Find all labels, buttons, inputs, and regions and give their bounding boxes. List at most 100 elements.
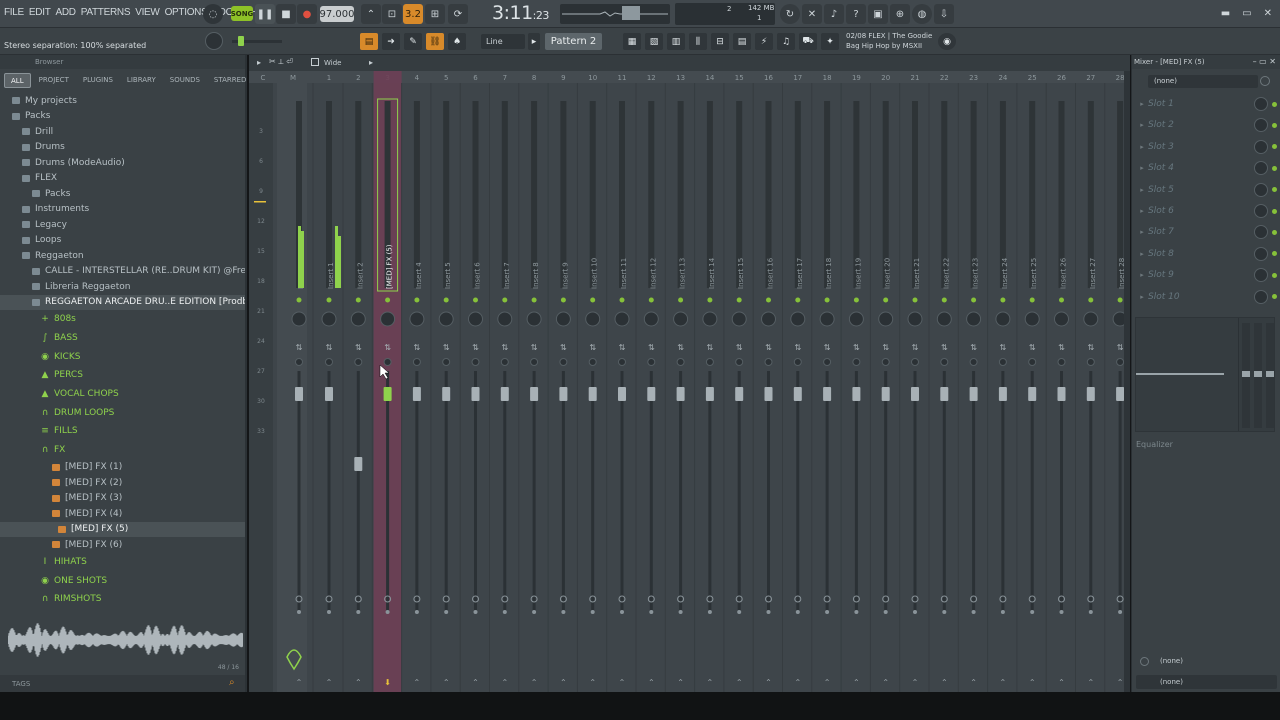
strip-send-dot[interactable] [532, 610, 537, 614]
strip-stereo-knob[interactable] [354, 358, 363, 366]
strip-name[interactable]: Insert 27 [1089, 258, 1097, 289]
snap-selector[interactable]: Line [481, 34, 525, 49]
eq-band-low[interactable] [1242, 323, 1250, 428]
strip-send-dot[interactable] [502, 610, 507, 614]
strip-send-dot[interactable] [737, 610, 742, 614]
strip-volume-fader[interactable] [911, 387, 919, 401]
strip-send-dot[interactable] [766, 610, 771, 614]
mixer-view-icon[interactable] [311, 58, 319, 66]
slot-arrow-icon[interactable]: ▸ [1136, 186, 1148, 194]
browser-icon[interactable]: ⊟ [711, 33, 729, 50]
strip-route-arrow-icon[interactable]: ⌃ [501, 678, 508, 687]
strip-pan-knob[interactable] [848, 311, 864, 327]
tools-icon[interactable]: ✦ [821, 33, 839, 50]
browser-item[interactable]: Instruments [0, 202, 245, 218]
slot-arrow-icon[interactable]: ▸ [1136, 164, 1148, 172]
browser-item[interactable]: ▲ PERCS [0, 366, 245, 385]
master-pitch-slider[interactable] [232, 36, 282, 46]
strip-pan-knob[interactable] [673, 311, 689, 327]
strip-volume-fader[interactable] [500, 387, 509, 401]
files-icon[interactable]: ▤ [733, 33, 751, 50]
arrow-icon[interactable]: ➜ [382, 33, 400, 50]
browser-tab-all[interactable]: ALL [4, 73, 31, 88]
strip-name[interactable]: Insert 22 [942, 258, 950, 289]
strip-send-dot[interactable] [825, 610, 830, 614]
strip-stereo-icon[interactable]: ⇅ [296, 343, 303, 352]
strip-stereo-icon[interactable]: ⇅ [824, 343, 831, 352]
strip-stereo-knob[interactable] [969, 358, 978, 366]
strip-stereo-icon[interactable]: ⇅ [1087, 343, 1094, 352]
strip-pan-knob[interactable] [761, 311, 776, 327]
browser-item[interactable]: [MED] FX (5) [0, 521, 245, 537]
strip-volume-fader[interactable] [354, 457, 363, 471]
strip-mute-led[interactable] [736, 297, 742, 303]
strip-send-dot[interactable] [356, 610, 361, 614]
strip-stereo-knob[interactable] [383, 358, 392, 366]
strip-send-dot[interactable] [561, 610, 566, 614]
strip-route-arrow-icon[interactable]: ⌃ [560, 678, 567, 687]
stamp-icon[interactable]: ♠ [448, 33, 466, 50]
strip-pan-knob[interactable] [497, 311, 513, 327]
news-globe-icon[interactable]: ◉ [938, 33, 956, 50]
strip-mute-led[interactable] [1059, 297, 1064, 303]
strip-volume-fader[interactable] [412, 387, 421, 401]
slot-mix-knob[interactable] [1254, 289, 1268, 304]
strip-stereo-knob[interactable] [823, 358, 832, 366]
fx-slot[interactable]: ▸ Slot 5 [1136, 180, 1277, 200]
strip-pan-knob[interactable] [1083, 311, 1099, 327]
slot-enable-led[interactable] [1272, 229, 1277, 235]
strip-mute-led[interactable] [1117, 297, 1123, 303]
strip-stereo-knob[interactable] [705, 358, 714, 366]
channel-rack-icon[interactable]: ▥ [667, 33, 685, 50]
search-icon[interactable]: ⌕ [229, 677, 235, 688]
slot-arrow-icon[interactable]: ▸ [1136, 250, 1148, 258]
strip-pan-knob[interactable] [790, 311, 806, 327]
strip-pan-knob[interactable] [291, 311, 307, 327]
browser-item[interactable]: [MED] FX (6) [0, 537, 245, 553]
strip-route-arrow-icon[interactable]: ⌃ [355, 678, 362, 687]
strip-stereo-knob[interactable] [1028, 358, 1037, 366]
strip-volume-fader[interactable] [735, 387, 744, 401]
song-mode-button[interactable]: SONG [231, 6, 253, 21]
strip-mute-led[interactable] [326, 297, 332, 303]
strip-pan-knob[interactable] [526, 311, 542, 327]
strip-mute-led[interactable] [560, 297, 566, 303]
browser-item[interactable]: [MED] FX (3) [0, 491, 245, 507]
strip-pan-knob[interactable] [1024, 311, 1040, 327]
browser-item[interactable]: ◉ ONE SHOTS [0, 571, 245, 590]
strip-volume-fader[interactable] [823, 387, 832, 401]
piano-roll-icon[interactable]: ▧ [645, 33, 663, 50]
eq-band-mid[interactable] [1254, 323, 1262, 428]
save-icon[interactable]: ▣ [868, 4, 888, 24]
strip-stereo-knob[interactable] [764, 358, 773, 366]
strip-pan-knob[interactable] [614, 311, 630, 327]
strip-volume-fader[interactable] [881, 387, 890, 401]
fx-output-1[interactable]: (none) [1136, 654, 1277, 668]
browser-item[interactable]: [MED] FX (4) [0, 506, 245, 522]
strip-route-arrow-icon[interactable]: ⌃ [912, 678, 919, 687]
strip-pan-knob[interactable] [907, 311, 923, 327]
strip-stereo-icon[interactable]: ⇅ [1117, 343, 1124, 352]
fx-slot[interactable]: ▸ Slot 9 [1136, 265, 1277, 285]
strip-mute-led[interactable] [590, 297, 596, 303]
strip-name[interactable]: Insert 2 [356, 262, 364, 289]
strip-stereo-knob[interactable] [588, 358, 597, 366]
strip-volume-fader[interactable] [530, 387, 539, 401]
strip-pan-knob[interactable] [878, 311, 894, 327]
download-icon[interactable]: ⇩ [934, 4, 954, 24]
browser-item[interactable]: ∫ BASS [0, 329, 245, 348]
browser-tab-plugins[interactable]: PLUGINS [77, 73, 119, 88]
strip-stereo-icon[interactable]: ⇅ [794, 343, 801, 352]
pause-button[interactable]: ❚❚ [255, 4, 275, 24]
strip-route-arrow-icon[interactable]: ⌃ [736, 678, 743, 687]
strip-stereo-icon[interactable]: ⇅ [443, 343, 450, 352]
step-edit-icon[interactable]: ⊞ [425, 4, 445, 24]
strip-route-arrow-icon[interactable]: ⌃ [648, 678, 655, 687]
strip-send-dot[interactable] [707, 610, 712, 614]
playlist-view-icon[interactable]: ▦ [623, 33, 641, 50]
strip-pan-knob[interactable] [731, 311, 747, 327]
slot-mix-knob[interactable] [1254, 182, 1268, 197]
mixer-scrollbar[interactable] [1124, 71, 1130, 692]
browser-item[interactable]: I HIHATS [0, 553, 245, 572]
browser-item[interactable]: ≡ FILLS [0, 422, 245, 441]
